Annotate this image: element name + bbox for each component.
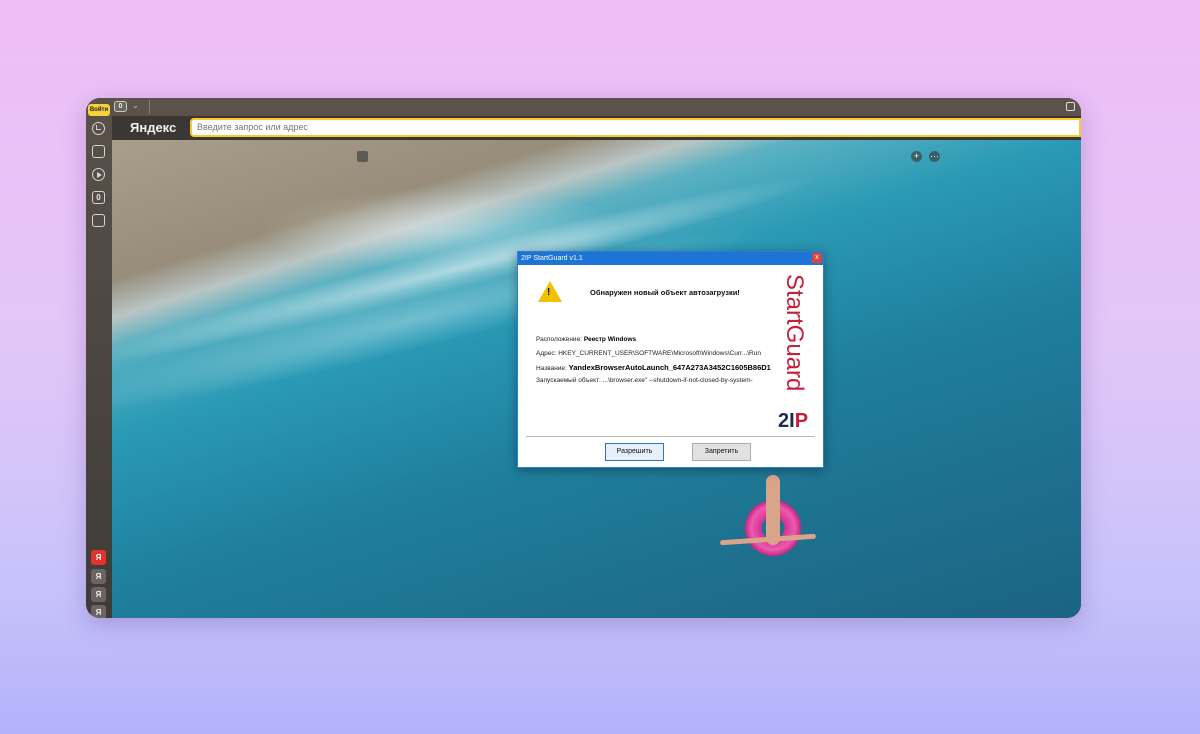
address-label: Адрес: (536, 350, 557, 357)
2ip-logo: 2IP (778, 410, 808, 433)
close-button[interactable]: x (812, 253, 822, 263)
exec-row: Запускаемый объект: ...\browser.exe" --s… (536, 377, 774, 384)
exec-label: Запускаемый объект: (536, 377, 601, 384)
sidebar-tab-yandex[interactable]: Я (91, 569, 106, 584)
warning-exclamation-icon: ! (547, 287, 551, 298)
chevron-down-icon[interactable]: ⌄ (132, 101, 139, 110)
more-icon[interactable]: ··· (929, 151, 940, 162)
copy-icon[interactable] (1066, 102, 1075, 111)
logo-part-a: 2I (778, 410, 795, 432)
name-label: Название: (536, 365, 567, 372)
dialog-titlebar: 2IP StartGuard v1.1 x (518, 252, 823, 265)
startguard-dialog: 2IP StartGuard v1.1 x ! Обнаружен новый … (517, 251, 824, 468)
divider (149, 100, 150, 114)
logo-part-b: P (794, 410, 809, 432)
tab-strip: 0 ⌄ (112, 98, 1081, 116)
dialog-title: 2IP StartGuard v1.1 (521, 255, 583, 262)
startguard-wordmark: StartGuard (781, 274, 808, 392)
yandex-logo[interactable]: Яндекс (130, 118, 176, 138)
location-value: Реестр Windows (583, 336, 637, 343)
location-row: Расположение: Реестр Windows (536, 336, 774, 343)
address-value: HKEY_CURRENT_USER\SOFTWARE\Microsoft\Win… (558, 350, 761, 357)
address-input[interactable]: Введите запрос или адрес (190, 118, 1081, 137)
add-icon[interactable]: + (911, 151, 922, 162)
name-value: YandexBrowserAutoLaunch_647A273A3452C160… (568, 363, 771, 372)
sidebar-tab-yandex[interactable]: Я (91, 605, 106, 618)
allow-button[interactable]: Разрешить (605, 443, 664, 461)
history-icon[interactable] (92, 122, 105, 135)
deny-button[interactable]: Запретить (692, 443, 751, 461)
browser-sidebar: Войти 0 Я Я Я Я (86, 98, 112, 618)
dialog-headline: Обнаружен новый объект автозагрузки! (590, 288, 740, 297)
gallery-icon[interactable] (357, 151, 368, 162)
swimmer (766, 475, 780, 545)
sidebar-tab-yandex[interactable]: Я (91, 587, 106, 602)
screenshot-icon[interactable] (92, 214, 105, 227)
startguard-logo: StartGuard (776, 274, 816, 412)
address-row: Яндекс Введите запрос или адрес (112, 116, 1081, 140)
counter-icon[interactable]: 0 (92, 191, 105, 204)
address-row: Адрес: HKEY_CURRENT_USER\SOFTWARE\Micros… (536, 350, 774, 357)
login-button[interactable]: Войти (88, 104, 110, 116)
video-icon[interactable] (92, 168, 105, 181)
divider (526, 436, 815, 437)
location-label: Расположение: (536, 336, 582, 343)
exec-value: ...\browser.exe" --shutdown-if-not-close… (602, 377, 753, 384)
sidebar-tab-yandex[interactable]: Я (91, 550, 106, 565)
tab-count-badge[interactable]: 0 (114, 101, 127, 112)
collections-icon[interactable] (92, 145, 105, 158)
name-row: Название: YandexBrowserAutoLaunch_647A27… (536, 363, 774, 372)
